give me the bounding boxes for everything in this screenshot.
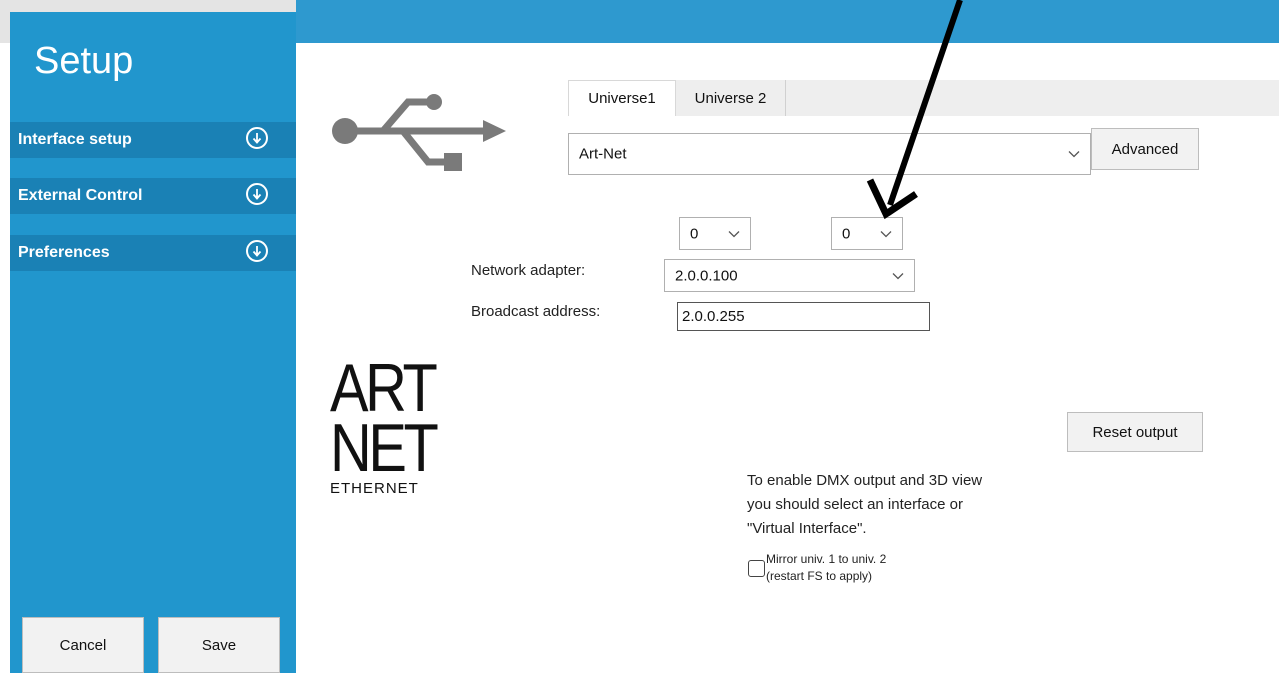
- network-adapter-label: Network adapter:: [471, 262, 586, 279]
- reset-output-button[interactable]: Reset output: [1067, 412, 1203, 452]
- logo-line-net: NET: [330, 410, 439, 486]
- network-adapter-select[interactable]: 2.0.0.100: [664, 259, 915, 292]
- save-button[interactable]: Save: [158, 617, 280, 673]
- mirror-checkbox[interactable]: [748, 560, 765, 577]
- chevron-down-icon: [728, 225, 740, 242]
- interface-select-value: Art-Net: [579, 145, 627, 163]
- sidebar-item-label: External Control: [18, 187, 143, 204]
- mirror-label-line-1: Mirror univ. 1 to univ. 2: [766, 552, 887, 566]
- interface-select[interactable]: Art-Net: [568, 133, 1091, 175]
- tab-universe2[interactable]: Universe 2: [676, 80, 786, 116]
- chevron-down-icon: [892, 267, 904, 284]
- subnet-select-value: 0: [690, 225, 699, 242]
- subnet-select[interactable]: 0: [679, 217, 751, 250]
- network-adapter-value: 2.0.0.100: [675, 267, 738, 284]
- chevron-down-icon: [1068, 146, 1080, 163]
- sidebar: [10, 12, 296, 673]
- artnet-logo: ART NET ETHERNET: [330, 354, 490, 502]
- sidebar-item-interface-setup[interactable]: Interface setup: [10, 122, 296, 158]
- sidebar-item-external-control[interactable]: External Control: [10, 178, 296, 214]
- message-line-3: "Virtual Interface".: [747, 520, 867, 537]
- arrow-down-circle-icon: [246, 240, 268, 262]
- annotation-arrow-icon: [866, 0, 963, 220]
- cancel-button[interactable]: Cancel: [22, 617, 144, 673]
- broadcast-address-value: 2.0.0.255: [682, 308, 745, 325]
- advanced-button[interactable]: Advanced: [1091, 128, 1199, 170]
- mirror-label-line-2: (restart FS to apply): [766, 569, 873, 583]
- message-line-2: you should select an interface or: [747, 496, 963, 513]
- tab-universe1[interactable]: Universe1: [568, 80, 676, 116]
- message-line-1: To enable DMX output and 3D view: [747, 472, 983, 489]
- arrow-down-circle-icon: [246, 127, 268, 149]
- broadcast-address-field[interactable]: 2.0.0.255: [677, 302, 930, 331]
- sidebar-item-label: Interface setup: [18, 131, 132, 148]
- universe-select-value: 0: [842, 225, 851, 242]
- usb-icon: [328, 90, 518, 180]
- arrow-down-circle-icon: [246, 183, 268, 205]
- broadcast-address-label: Broadcast address:: [471, 303, 601, 320]
- sidebar-title: Setup: [34, 40, 134, 82]
- sidebar-item-label: Preferences: [18, 244, 110, 261]
- logo-line-ethernet: ETHERNET: [330, 480, 419, 497]
- sidebar-item-preferences[interactable]: Preferences: [10, 235, 296, 271]
